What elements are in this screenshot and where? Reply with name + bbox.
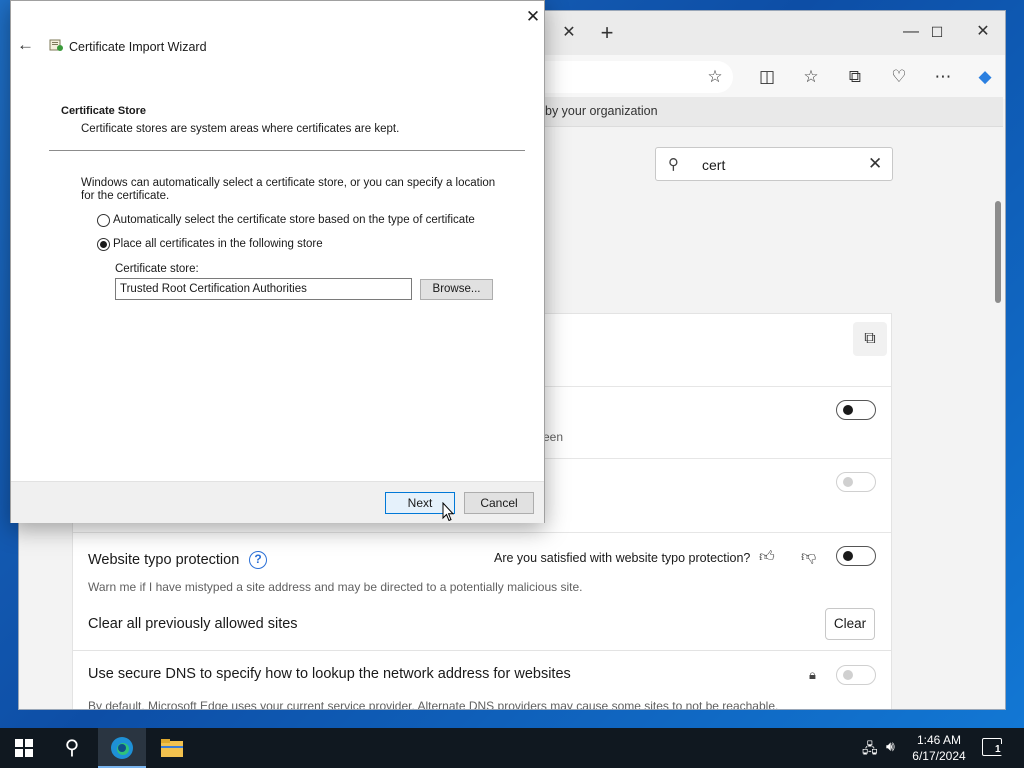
managed-lock-icon: 🔒︎	[809, 667, 816, 682]
split-screen-icon[interactable]: ◫	[755, 65, 779, 89]
secure-dns-card: Use secure DNS to specify how to lookup …	[72, 650, 892, 710]
collections-icon[interactable]: ⧉	[843, 65, 867, 89]
folder-icon	[161, 739, 183, 757]
certificate-icon	[49, 39, 63, 51]
cancel-button[interactable]: Cancel	[464, 492, 534, 514]
settings-search-input[interactable]: ⚲ cert ✕	[655, 147, 893, 181]
copilot-icon[interactable]: ◆	[973, 65, 997, 89]
typo-protection-title: Website typo protection	[88, 552, 240, 568]
scrollbar[interactable]	[995, 201, 1001, 303]
close-icon[interactable]: ✕	[521, 5, 545, 29]
clear-button[interactable]: Clear	[825, 608, 875, 640]
windows-logo-icon	[15, 739, 33, 757]
radio-place-store[interactable]	[97, 238, 110, 251]
external-link-icon[interactable]: ⧉	[853, 322, 887, 356]
typo-protection-desc: Warn me if I have mistyped a site addres…	[88, 580, 583, 594]
clock[interactable]: 1:46 AM 6/17/2024	[904, 732, 974, 764]
certificate-store-field[interactable]: Trusted Root Certification Authorities	[115, 278, 412, 300]
help-icon[interactable]: ?	[249, 551, 267, 569]
secure-dns-desc: By default, Microsoft Edge uses your cur…	[88, 699, 779, 710]
clock-time: 1:46 AM	[916, 733, 962, 747]
infobar-text: by your organization	[545, 104, 658, 118]
taskbar: ⚲ 🖧︎ 🔊︎ 1:46 AM 6/17/2024 1	[0, 728, 1024, 768]
clear-allowed-title: Clear all previously allowed sites	[88, 616, 298, 632]
page-heading: Certificate Store	[61, 105, 146, 117]
wizard-title: Certificate Import Wizard	[69, 40, 207, 54]
typo-protection-toggle[interactable]	[836, 546, 876, 566]
divider	[49, 150, 525, 151]
divider	[73, 532, 891, 533]
page-subheading: Certificate stores are system areas wher…	[81, 123, 400, 135]
secure-dns-toggle[interactable]	[836, 665, 876, 685]
notification-count: 1	[994, 744, 1002, 755]
new-tab-button[interactable]: +	[595, 21, 619, 45]
search-taskbar-icon[interactable]: ⚲	[48, 728, 96, 768]
mouse-cursor-icon	[442, 502, 454, 522]
file-explorer-taskbar-icon[interactable]	[148, 728, 196, 768]
close-tab-icon[interactable]: ✕	[559, 23, 579, 43]
network-icon[interactable]: 🖧︎	[862, 738, 878, 762]
toggle-switch[interactable]	[836, 400, 876, 420]
wizard-footer: Next Cancel	[11, 481, 544, 523]
clock-date: 6/17/2024	[912, 749, 966, 763]
secure-dns-title: Use secure DNS to specify how to lookup …	[88, 666, 571, 682]
certificate-import-wizard: ✕ ← Certificate Import Wizard Certificat…	[10, 0, 545, 523]
search-icon: ⚲	[668, 156, 679, 173]
more-options-icon[interactable]: ⋯	[931, 65, 955, 89]
start-button[interactable]	[0, 728, 48, 768]
intro-text: Windows can automatically select a certi…	[81, 177, 496, 202]
radio-place-store-label[interactable]: Place all certificates in the following …	[113, 238, 323, 250]
search-value: cert	[702, 157, 726, 173]
toggle-switch-disabled[interactable]	[836, 472, 876, 492]
store-label: Certificate store:	[115, 263, 199, 275]
browser-essentials-icon[interactable]: ♡	[887, 65, 911, 89]
volume-icon[interactable]: 🔊︎	[886, 738, 895, 755]
maximize-button[interactable]: ☐	[917, 19, 957, 45]
edge-taskbar-icon[interactable]	[98, 728, 146, 768]
radio-auto-select-label[interactable]: Automatically select the certificate sto…	[113, 214, 475, 226]
close-window-button[interactable]: ✕	[963, 19, 1003, 45]
back-arrow-icon[interactable]: ←	[17, 35, 34, 55]
radio-auto-select[interactable]	[97, 214, 110, 227]
clear-search-icon[interactable]: ✕	[868, 154, 882, 174]
thumbs-down-icon[interactable]: 👎︎	[801, 548, 816, 566]
edge-logo-icon	[111, 737, 133, 759]
browse-button[interactable]: Browse...	[420, 279, 493, 300]
typo-feedback-question: Are you satisfied with website typo prot…	[494, 551, 751, 565]
favorites-icon[interactable]: ☆	[799, 65, 823, 89]
favorite-star-icon[interactable]: ☆	[703, 65, 727, 89]
thumbs-up-icon[interactable]: 👍︎	[759, 548, 775, 566]
